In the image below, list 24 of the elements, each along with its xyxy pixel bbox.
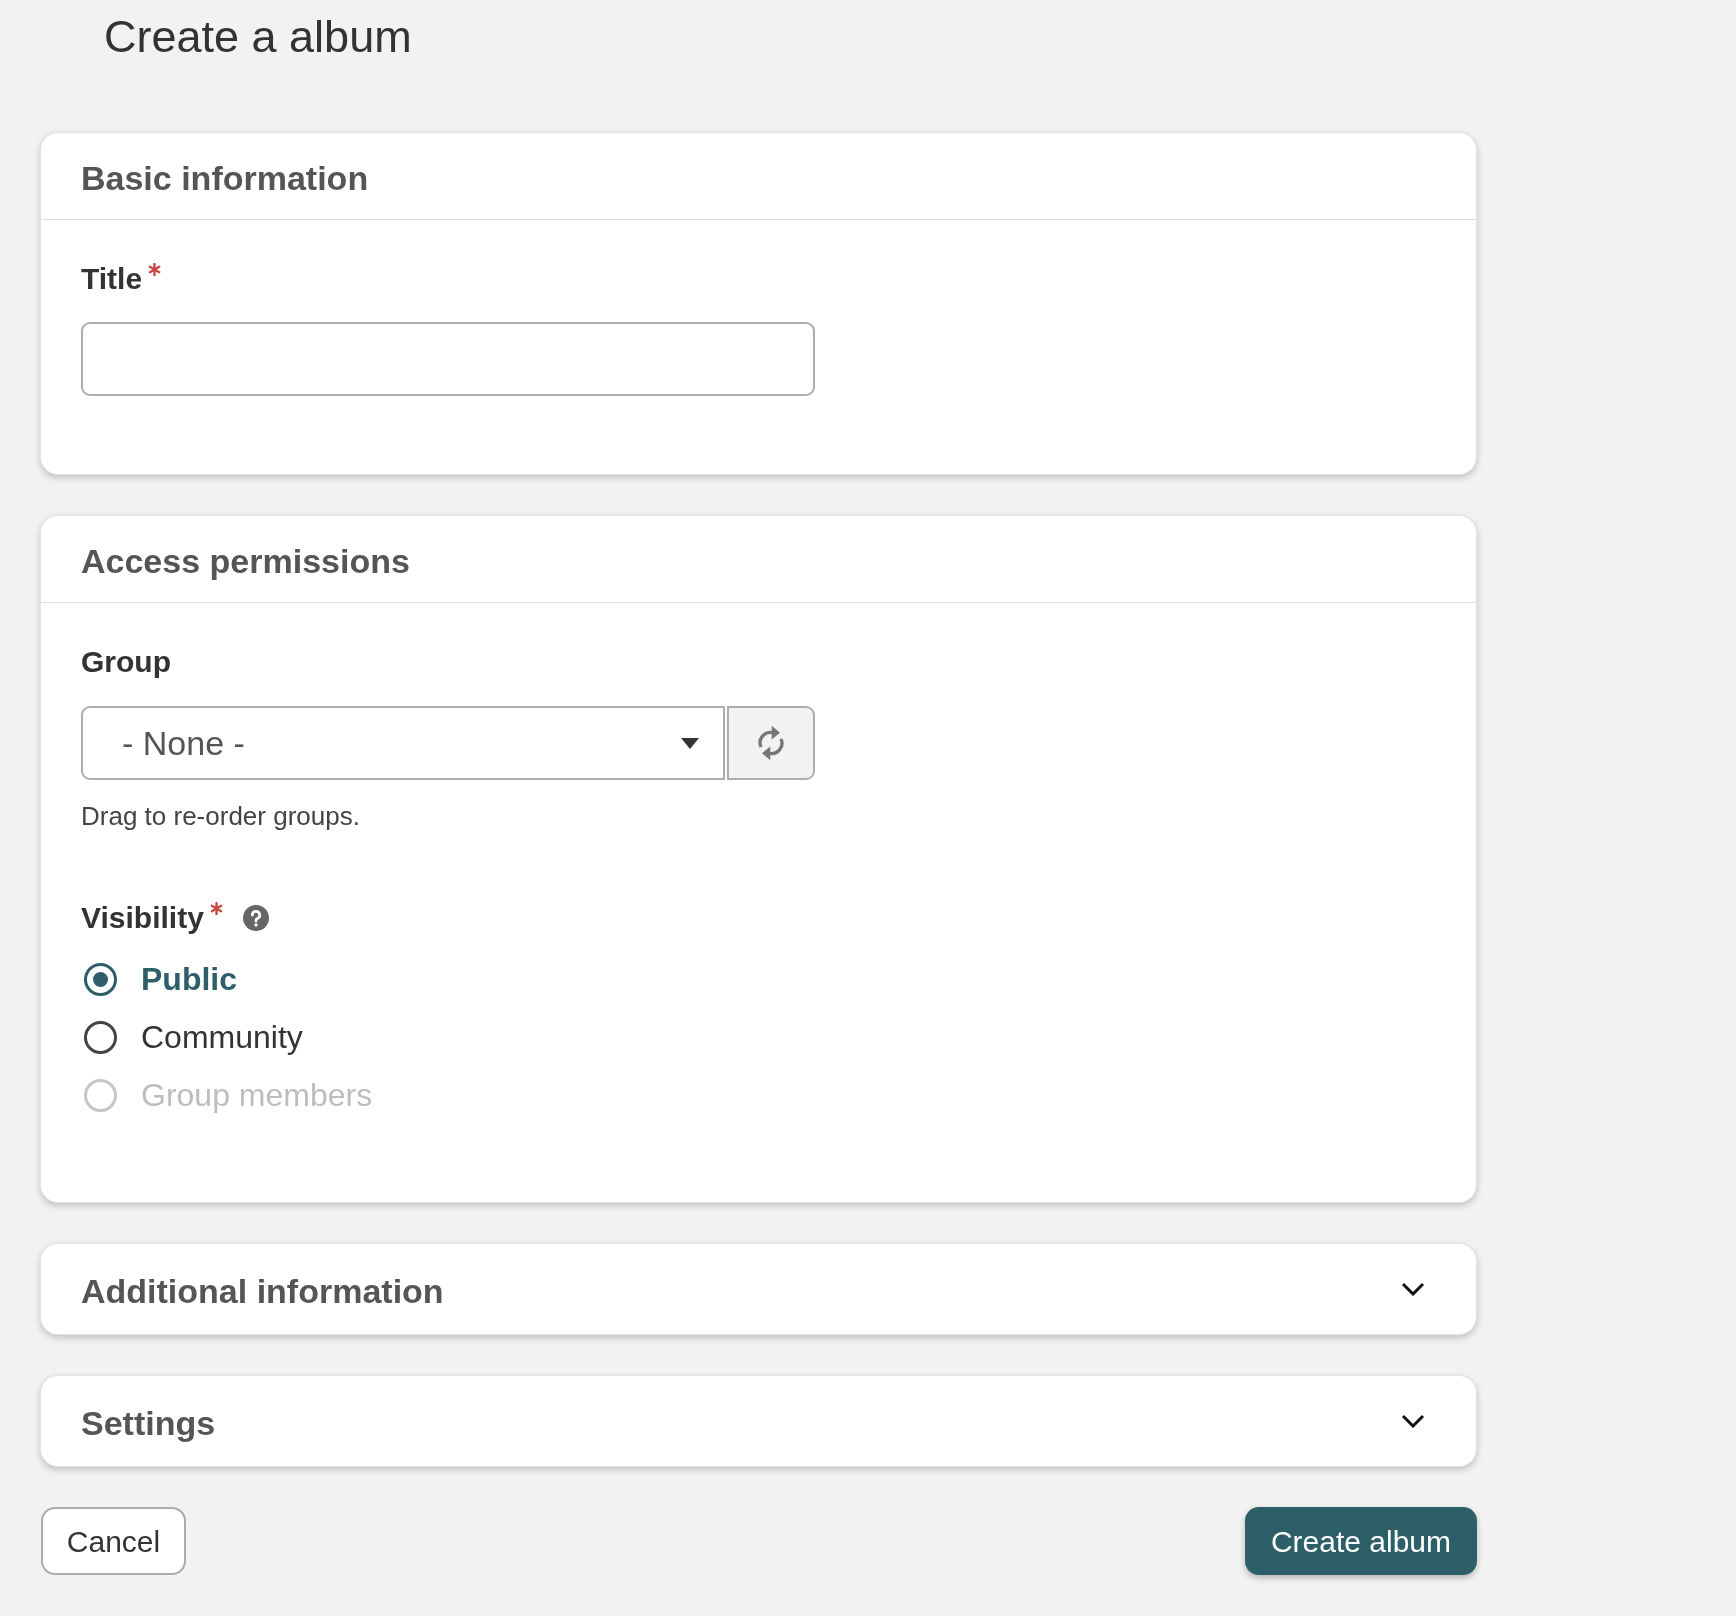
refresh-icon: [757, 725, 785, 761]
section-title: Basic information: [81, 158, 369, 198]
help-icon[interactable]: [242, 905, 269, 931]
page-title: Create a album: [104, 10, 412, 64]
option-label: Group members: [141, 1076, 373, 1114]
section-title[interactable]: Additional information: [81, 1271, 444, 1311]
dropdown-select[interactable]: - None -: [81, 706, 725, 780]
section-title: Access permissions: [81, 541, 410, 581]
create-button[interactable]: Create album: [1244, 1507, 1477, 1575]
option-label[interactable]: Community: [141, 1018, 303, 1056]
refresh-button[interactable]: [727, 706, 815, 780]
help-text: Drag to re-order groups.: [81, 801, 360, 832]
radio-button[interactable]: [84, 962, 117, 996]
field-label: Group: [81, 644, 171, 680]
option-label[interactable]: Public: [141, 960, 237, 998]
chevron-down-icon[interactable]: [1401, 1282, 1425, 1296]
field-label: Title: [81, 261, 143, 297]
field-label: Visibility: [81, 900, 204, 936]
radio-button[interactable]: [84, 1020, 117, 1054]
cancel-button[interactable]: Cancel: [41, 1507, 186, 1575]
text-input[interactable]: [81, 322, 815, 396]
chevron-down-icon[interactable]: [1401, 1414, 1425, 1428]
section-title[interactable]: Settings: [81, 1403, 216, 1443]
caret-icon: [681, 737, 699, 749]
